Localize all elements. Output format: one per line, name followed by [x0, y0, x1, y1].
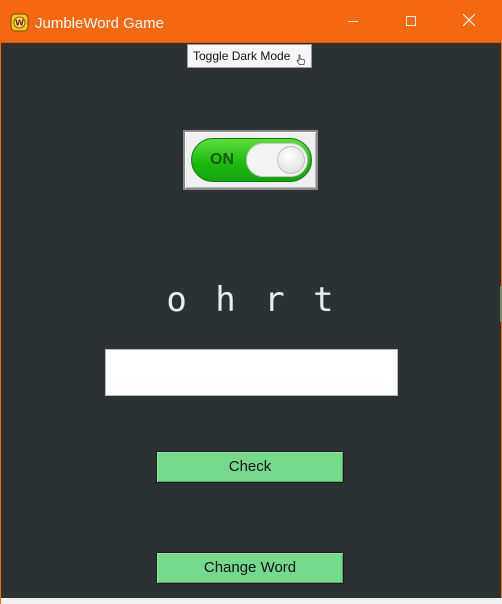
maximize-button[interactable] [382, 2, 440, 43]
close-button[interactable] [440, 2, 498, 43]
minimize-button[interactable] [324, 2, 382, 43]
title-bar[interactable]: W JumbleWord Game [1, 0, 502, 43]
minimize-icon [347, 14, 359, 32]
tooltip-text: Toggle Dark Mode [193, 49, 291, 63]
change-word-button[interactable]: Change Word [156, 552, 344, 584]
jumbled-word: o h r t [166, 280, 336, 320]
window-title: JumbleWord Game [35, 15, 164, 32]
check-button[interactable]: Check [156, 451, 344, 483]
svg-text:W: W [15, 19, 24, 28]
toggle-dark-mode-tooltip: Toggle Dark Mode [187, 44, 312, 68]
dark-mode-toggle-button[interactable]: ON [183, 130, 318, 190]
maximize-icon [405, 14, 417, 32]
pointer-cursor-icon [296, 51, 306, 65]
toggle-knob [277, 146, 305, 174]
jumble-app-icon: W [10, 13, 29, 32]
toggle-state-label: ON [210, 151, 234, 168]
window-bottom-edge [1, 598, 502, 604]
toggle-knob-track [246, 143, 308, 177]
answer-input[interactable] [105, 349, 398, 396]
app-window: W JumbleWord Game Toggle Dark Mode ON o … [0, 0, 502, 604]
close-icon [462, 13, 476, 32]
toggle-switch: ON [191, 138, 312, 182]
